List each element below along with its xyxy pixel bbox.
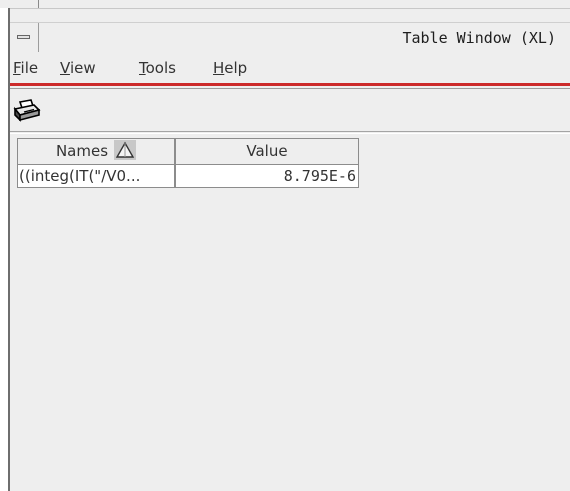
menu-tools-mnemonic: T	[139, 59, 146, 77]
sort-ascending-icon[interactable]	[114, 139, 137, 160]
toolbar	[10, 91, 570, 132]
menu-bar: File View Tools Help	[10, 53, 570, 86]
printer-icon	[13, 99, 41, 122]
table-cell-value[interactable]: 8.795E-6	[175, 165, 359, 188]
menu-view-mnemonic: V	[60, 59, 70, 77]
window-menu-button[interactable]	[10, 23, 39, 52]
table-window: Table Window (XL) File View Tools Help N…	[10, 9, 570, 491]
table-area: Names Value ((integ(IT("/V0... 8.795E-6	[10, 133, 570, 491]
print-button[interactable]	[12, 98, 42, 124]
window-menu-icon	[17, 35, 30, 39]
window-title: Table Window (XL)	[402, 29, 556, 47]
menu-view-label: iew	[69, 59, 96, 77]
column-header-value[interactable]: Value	[175, 138, 359, 165]
column-header-names-label: Names	[55, 142, 109, 160]
menu-help-mnemonic: H	[213, 59, 225, 77]
column-header-value-label: Value	[246, 142, 288, 160]
menu-file-label: ile	[20, 59, 39, 77]
column-header-names[interactable]: Names	[17, 138, 175, 165]
menu-tools[interactable]: Tools	[139, 59, 176, 77]
menu-file[interactable]: File	[13, 59, 38, 77]
outer-frame-top	[0, 0, 570, 9]
menu-view[interactable]: View	[60, 59, 96, 77]
menu-tools-label: ools	[145, 59, 176, 77]
table-cell-name[interactable]: ((integ(IT("/V0...	[17, 165, 175, 188]
title-bar[interactable]: Table Window (XL)	[10, 22, 570, 54]
menu-file-mnemonic: F	[13, 59, 21, 77]
menu-help[interactable]: Help	[213, 59, 247, 77]
menu-help-label: elp	[224, 59, 248, 77]
outer-frame-left	[0, 8, 10, 491]
frame-divider	[38, 0, 39, 8]
